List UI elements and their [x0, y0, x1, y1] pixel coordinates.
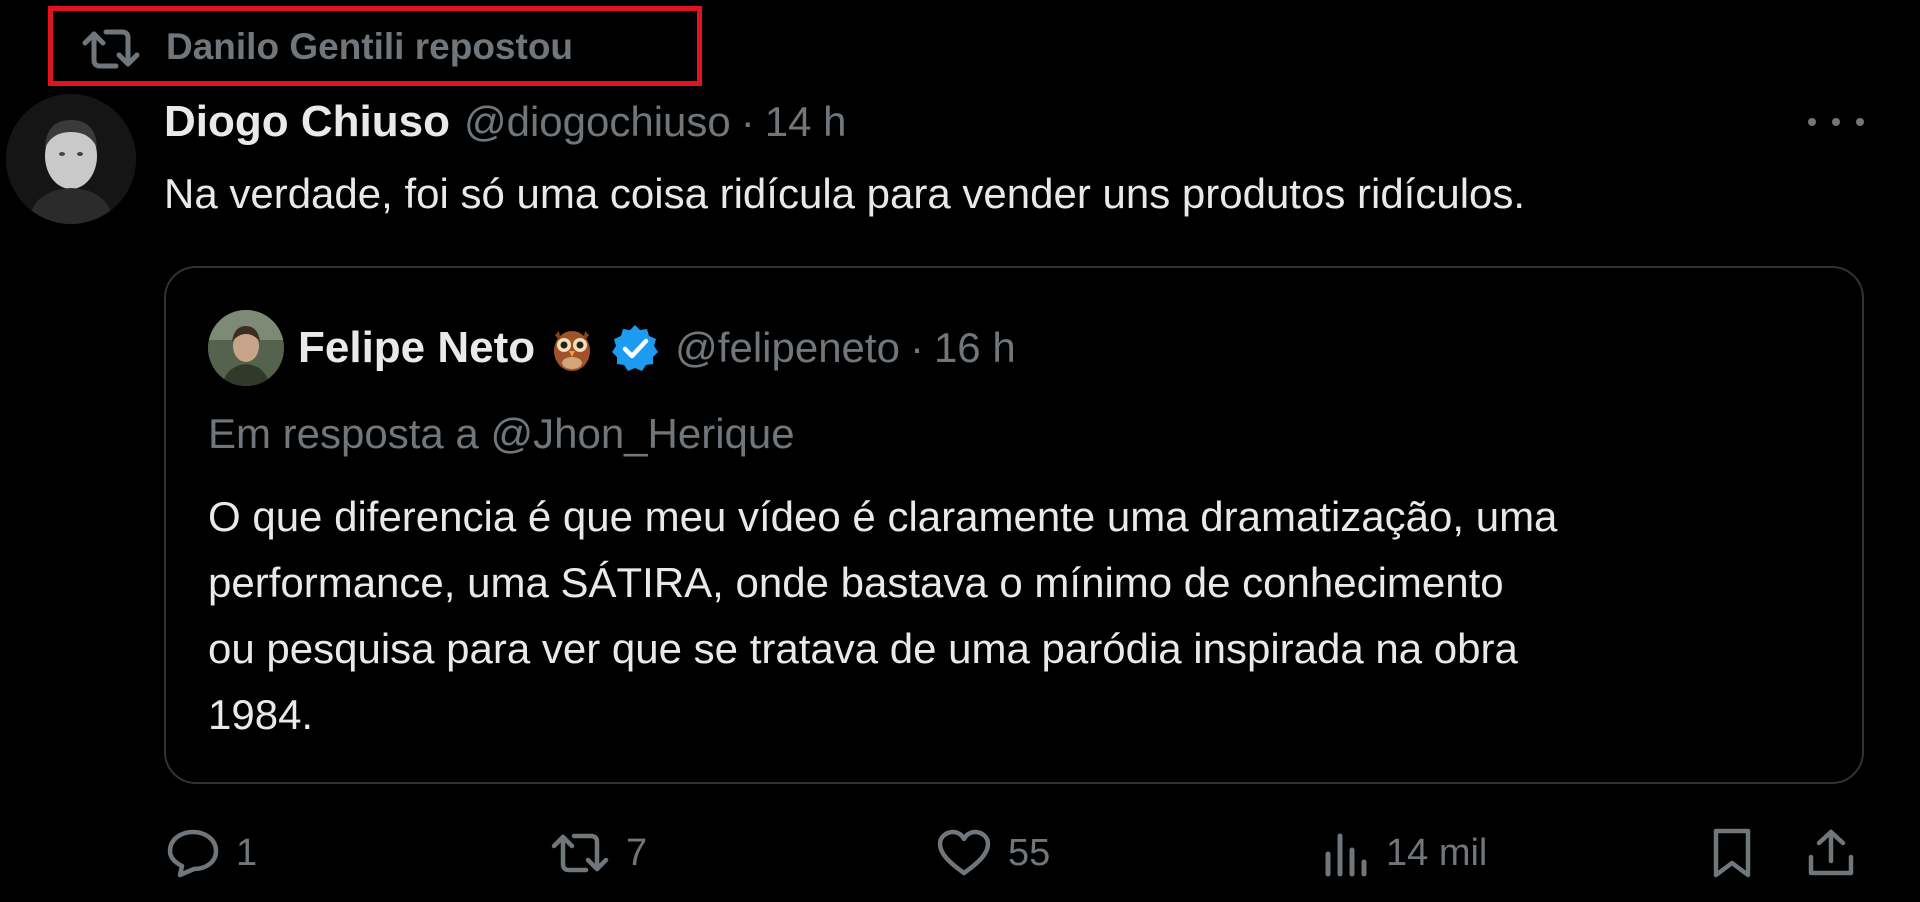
- reply-context: Em resposta a @Jhon_Herique: [208, 408, 795, 460]
- more-dot: [1832, 118, 1840, 126]
- heart-icon: [937, 829, 991, 876]
- quoted-author-avatar[interactable]: [208, 310, 284, 386]
- share-button[interactable]: [1806, 822, 1856, 884]
- more-dot: [1808, 118, 1816, 126]
- reply-mention-link[interactable]: @Jhon_Herique: [490, 410, 794, 457]
- quoted-text-line: 1984.: [208, 691, 314, 738]
- reply-button[interactable]: 1: [166, 822, 257, 884]
- author-name[interactable]: Diogo Chiuso: [164, 97, 450, 147]
- quoted-tweet-timestamp[interactable]: 16 h: [934, 324, 1016, 372]
- like-button[interactable]: 55: [936, 822, 1050, 884]
- more-dot: [1856, 118, 1864, 126]
- separator-dot: ·: [740, 98, 755, 145]
- views-count: 14 mil: [1386, 831, 1488, 874]
- quoted-author-name[interactable]: Felipe Neto: [298, 323, 535, 373]
- repost-action-icon: [551, 833, 609, 873]
- tweet-header: Diogo Chiuso @diogochiuso · 14 h: [164, 96, 847, 148]
- like-count: 55: [1008, 831, 1051, 874]
- repost-button[interactable]: 7: [550, 822, 647, 884]
- reply-prefix: Em resposta a: [208, 410, 479, 457]
- repost-label[interactable]: Danilo Gentili repostou: [166, 22, 573, 72]
- views-button[interactable]: 14 mil: [1322, 822, 1487, 884]
- quoted-tweet-text: O que diferencia é que meu vídeo é clara…: [208, 484, 1848, 748]
- quoted-author-handle[interactable]: @felipeneto: [675, 324, 900, 372]
- author-avatar[interactable]: [6, 94, 136, 224]
- owl-icon: [554, 331, 591, 371]
- quoted-avatar-image: [208, 310, 284, 386]
- verified-badge-icon[interactable]: [609, 322, 661, 374]
- tweet-timestamp[interactable]: 14 h: [765, 98, 847, 146]
- separator-dot: ·: [909, 324, 924, 371]
- quoted-text-line: ou pesquisa para ver que se tratava de u…: [208, 625, 1518, 672]
- bookmark-button[interactable]: [1710, 822, 1754, 884]
- share-icon: [1808, 829, 1854, 876]
- author-handle[interactable]: @diogochiuso: [464, 98, 731, 146]
- repost-count: 7: [626, 831, 648, 874]
- quoted-tweet-header: Felipe Neto @felipeneto · 16 h: [298, 320, 1016, 376]
- views-chart-icon: [1325, 833, 1367, 877]
- more-options-button[interactable]: [1800, 104, 1872, 140]
- repost-icon: [82, 29, 140, 69]
- author-avatar-image: [6, 94, 136, 224]
- reply-count: 1: [236, 831, 258, 874]
- quoted-text-line: O que diferencia é que meu vídeo é clara…: [208, 493, 1558, 540]
- reply-icon: [167, 829, 219, 878]
- quoted-text-line: performance, uma SÁTIRA, onde bastava o …: [208, 559, 1504, 606]
- tweet-text: Na verdade, foi só uma coisa ridícula pa…: [164, 170, 1526, 217]
- bookmark-icon: [1713, 828, 1751, 878]
